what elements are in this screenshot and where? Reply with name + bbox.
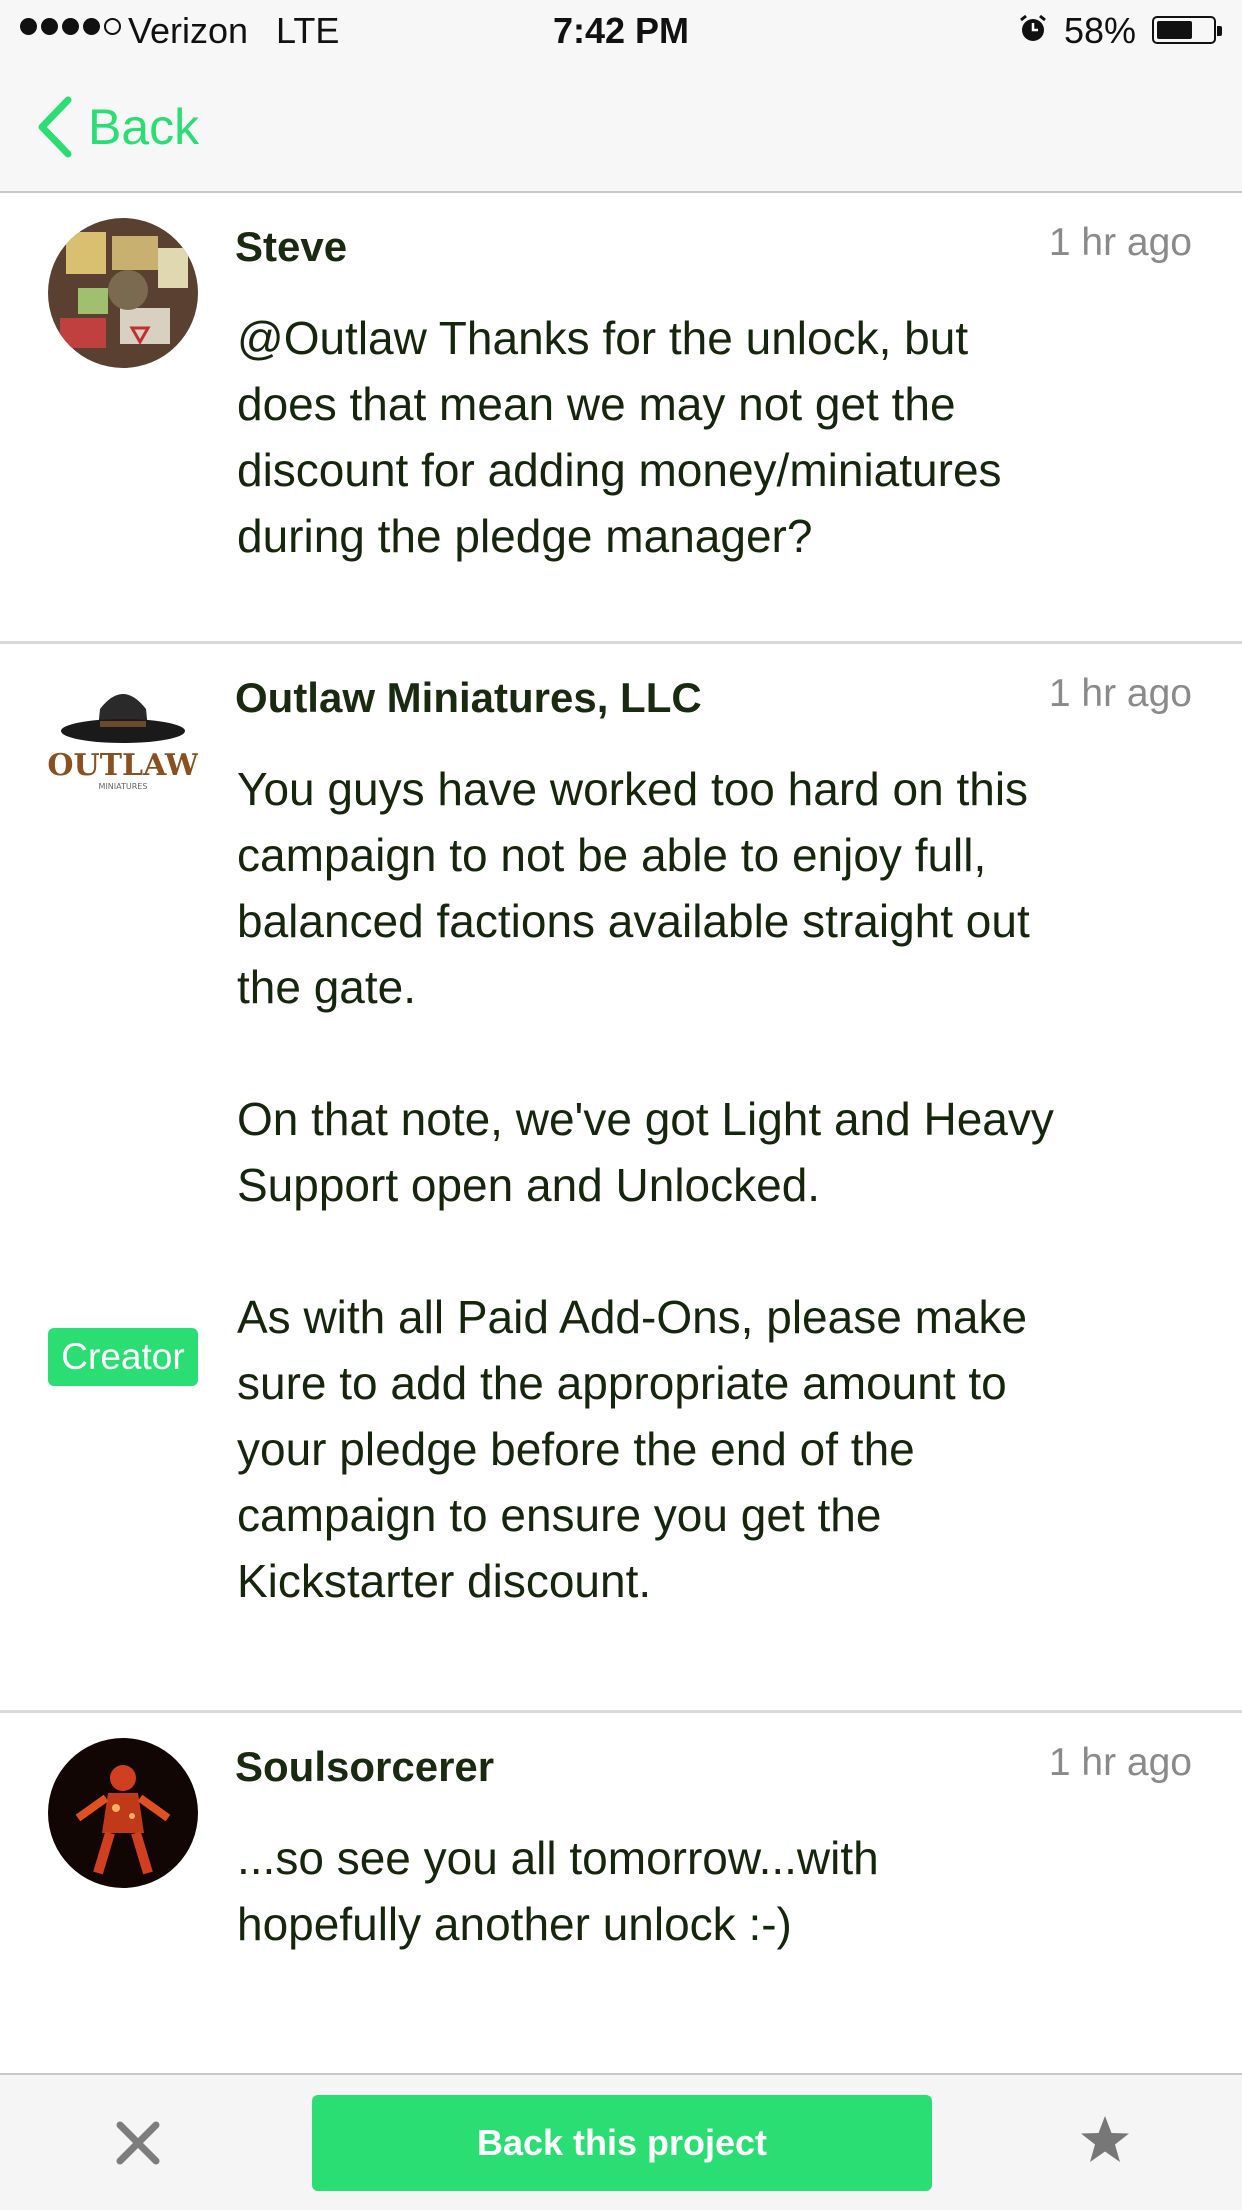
back-label: Back (88, 99, 200, 155)
comment-body: You guys have worked too hard on this ca… (237, 763, 1054, 1607)
bottom-action-bar: Back this project (0, 2073, 1242, 2210)
comment-author: Steve (235, 223, 348, 270)
back-this-project-button[interactable]: Back this project (312, 2095, 932, 2191)
comments-list: Steve 1 hr ago @Outlaw Thanks for the un… (0, 193, 1242, 2073)
battery-percent: 58% (1064, 10, 1137, 51)
creator-badge: Creator (48, 1328, 198, 1386)
comment-body: @Outlaw Thanks for the unlock, but does … (237, 312, 1002, 562)
battery-icon (1152, 16, 1222, 44)
close-icon[interactable] (110, 2115, 166, 2171)
comment-timestamp: 1 hr ago (1048, 672, 1192, 715)
comment-item: Soulsorcerer 1 hr ago ...so see you all … (0, 1713, 1242, 2073)
comment-body: ...so see you all tomorrow...with hopefu… (237, 1832, 879, 1950)
avatar[interactable] (48, 1738, 198, 1888)
svg-text:MINIATURES: MINIATURES (99, 782, 148, 791)
comment-timestamp: 1 hr ago (1048, 1741, 1192, 1784)
back-button[interactable]: Back (34, 92, 199, 162)
comment-author: Outlaw Miniatures, LLC (235, 674, 702, 721)
clock: 7:42 PM (552, 10, 690, 51)
chevron-left-icon (38, 96, 72, 158)
star-icon[interactable] (1078, 2113, 1132, 2167)
status-bar: Verizon LTE 7:42 PM 58% (0, 0, 1242, 62)
top-bar: Verizon LTE 7:42 PM 58% Back (0, 0, 1242, 193)
svg-text:OUTLAW: OUTLAW (48, 748, 198, 783)
comment-timestamp: 1 hr ago (1048, 221, 1192, 264)
alarm-clock-icon (1020, 14, 1046, 41)
avatar[interactable]: OUTLAW MINIATURES (48, 669, 198, 819)
comment-item: Steve 1 hr ago @Outlaw Thanks for the un… (0, 193, 1242, 644)
comment-item: OUTLAW MINIATURES Creator Outlaw Miniatu… (0, 644, 1242, 1713)
avatar[interactable] (48, 218, 198, 368)
comment-author: Soulsorcerer (235, 1743, 495, 1790)
